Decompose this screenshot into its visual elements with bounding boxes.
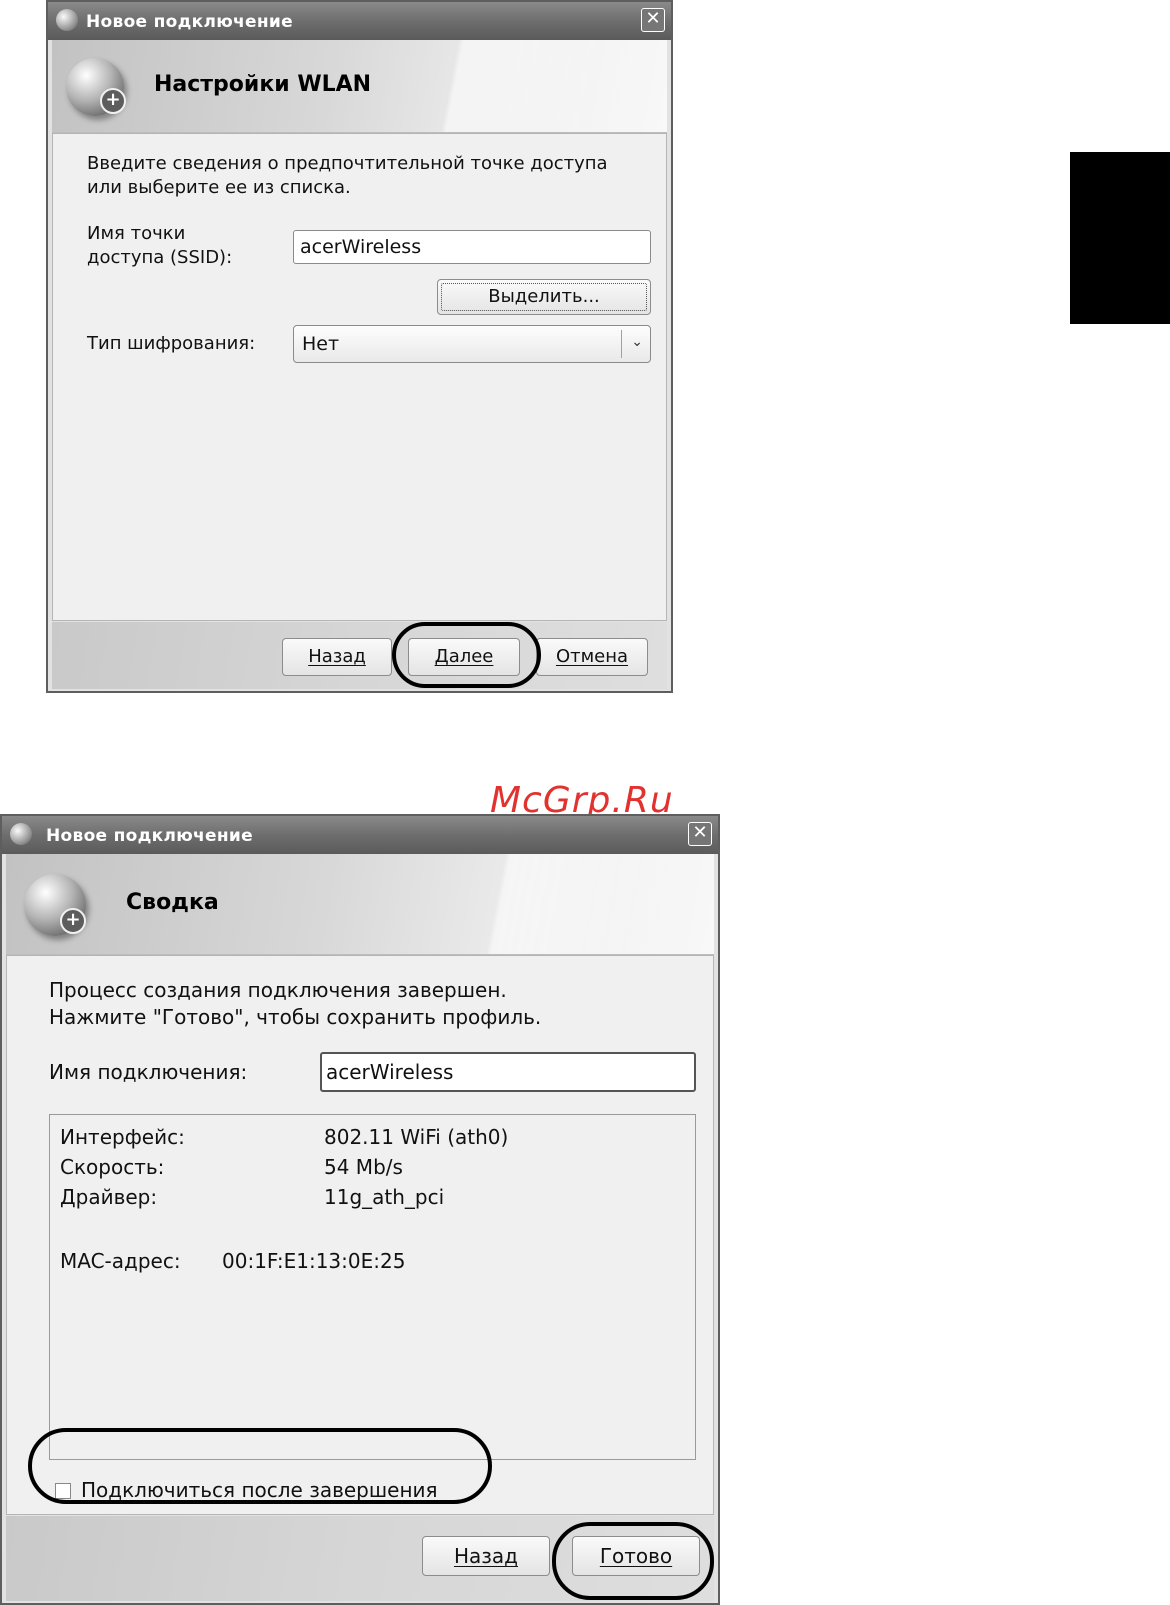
page-edge-tab [1070,152,1170,324]
title-bar: Новое подключение ✕ [2,816,718,854]
encryption-select-value: Нет [302,333,340,355]
mac-value: 00:1F:E1:13:0E:25 [222,1249,406,1273]
globe-icon [56,9,78,31]
interface-label: Интерфейс: [60,1125,185,1149]
close-icon: ✕ [645,8,661,29]
plus-badge-icon: + [100,88,126,114]
chevron-down-icon: ⌄ [631,334,643,350]
driver-label: Драйвер: [60,1185,158,1209]
select-button[interactable]: Выделить... [437,279,651,315]
back-button[interactable]: Назад [422,1536,550,1576]
speed-label: Скорость: [60,1155,165,1179]
speed-value: 54 Mb/s [324,1155,403,1179]
highlight-ring-next [392,622,541,688]
page-title: Сводка [126,890,219,915]
combo-separator [621,330,622,358]
title-bar: Новое подключение ✕ [48,2,671,40]
header-banner: + Сводка [6,854,714,955]
highlight-ring-finish [552,1522,714,1600]
mac-label: MAC-адрес: [60,1249,181,1273]
encryption-label: Тип шифрования: [87,333,256,354]
plus-badge-icon: + [60,908,86,934]
button-bar: Назад Далее Отмена [52,622,667,689]
description-line-1: Введите сведения о предпочтительной точк… [87,153,608,174]
back-button-label: Назад [308,646,366,667]
ssid-label-line-2: доступа (SSID): [87,247,233,268]
back-button[interactable]: Назад [282,638,392,676]
connection-name-label: Имя подключения: [49,1060,248,1084]
encryption-select[interactable]: Нет ⌄ [293,325,651,363]
back-button-label: Назад [453,1544,518,1568]
ssid-label-line-1: Имя точки [87,223,186,244]
select-button-label: Выделить... [488,286,600,307]
cancel-button-label: Отмена [555,646,629,667]
content-area: Введите сведения о предпочтительной точк… [52,133,667,621]
ssid-input[interactable]: acerWireless [293,230,651,264]
header-banner: + Настройки WLAN [52,40,667,133]
connection-name-input[interactable]: acerWireless [320,1052,696,1092]
close-button[interactable]: ✕ [641,8,665,32]
globe-icon [10,823,32,845]
cancel-button[interactable]: Отмена [536,638,648,676]
description-line-2: или выберите ее из списка. [87,177,351,198]
driver-value: 11g_ath_pci [324,1185,445,1209]
message-line-2: Нажмите "Готово", чтобы сохранить профил… [49,1005,542,1029]
message-line-1: Процесс создания подключения завершен. [49,978,507,1002]
close-icon: ✕ [692,822,708,843]
interface-value: 802.11 WiFi (ath0) [324,1125,509,1149]
page-title: Настройки WLAN [154,72,372,97]
window-title: Новое подключение [86,12,293,32]
window-title: Новое подключение [46,826,253,846]
highlight-ring-checkbox [28,1428,492,1504]
wlan-settings-dialog: Новое подключение ✕ + Настройки WLAN Вве… [46,0,673,693]
close-button[interactable]: ✕ [688,822,712,846]
connection-info-panel: Интерфейс: 802.11 WiFi (ath0) Скорость: … [49,1114,696,1460]
